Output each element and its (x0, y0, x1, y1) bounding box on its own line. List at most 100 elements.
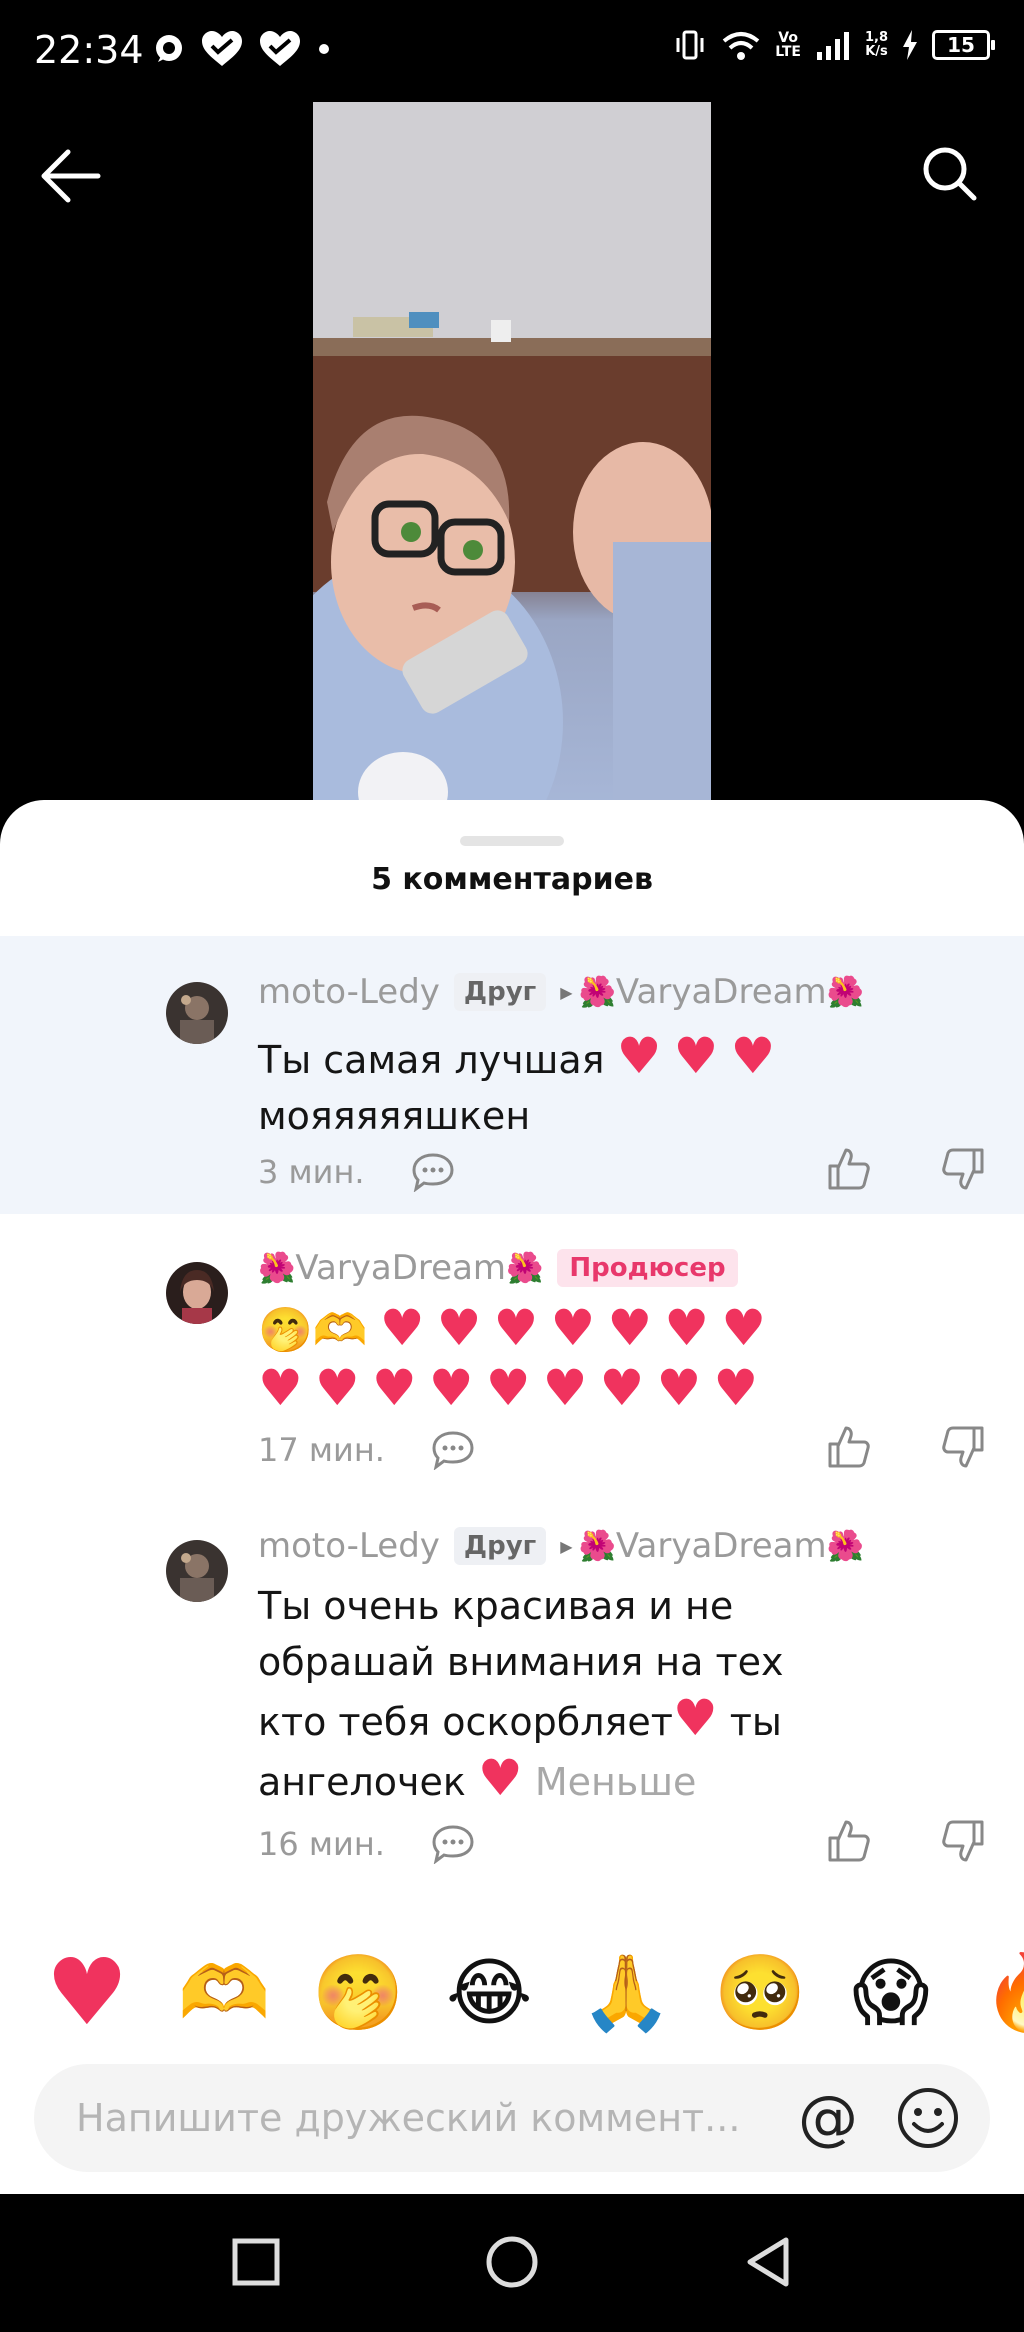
heart-emoji-icon: ♥ (477, 1749, 523, 1807)
author-name[interactable]: moto-Ledy (258, 972, 440, 1012)
vibrate-icon (676, 30, 704, 60)
heart-emoji-icon: ♥ (721, 1299, 767, 1357)
chat-bubble-icon (156, 35, 182, 62)
system-nav-bar (0, 2194, 1024, 2332)
notification-icons (152, 30, 332, 68)
thumbs-down-icon[interactable] (940, 1818, 986, 1864)
flower-icon: 🌺 (826, 974, 864, 1010)
heart-hands-reaction-icon[interactable]: 🫶 (178, 1950, 270, 2036)
reply-to-name[interactable]: VaryaDream (616, 1526, 827, 1566)
quick-reaction-bar: ♥ 🫶 🤭 😂 🙏 🥺 😱 🔥 (0, 1950, 1024, 2046)
thumbs-down-icon[interactable] (940, 1424, 986, 1470)
tears-of-joy-reaction-icon[interactable]: 😂 (446, 1950, 532, 2036)
video-player[interactable] (313, 102, 711, 822)
network-speed: 1,8 K/s (864, 30, 888, 59)
smiling-face-emoji-icon: 🤭 (258, 1305, 313, 1356)
emoji-icon[interactable] (894, 2084, 962, 2152)
flower-icon: 🌺 (826, 1528, 864, 1564)
back-arrow-icon (41, 149, 101, 203)
circle-nav-icon[interactable] (482, 2232, 542, 2292)
comment-meta: 3 мин. (258, 1152, 455, 1192)
comment-header: moto-Ledy Друг ▶ 🌺 VaryaDream 🌺 (258, 972, 864, 1012)
heart-emoji-icon: ♥ (599, 1359, 645, 1417)
heart-emoji-icon: ♥ (607, 1299, 653, 1357)
dot-icon (319, 44, 329, 54)
mention-button[interactable]: @ (792, 2082, 864, 2154)
author-name[interactable]: moto-Ledy (258, 1526, 440, 1566)
heart-emoji-icon: ♥ (542, 1359, 588, 1417)
triangle-nav-icon[interactable] (738, 2232, 798, 2292)
fire-reaction-icon[interactable]: 🔥 (982, 1950, 1024, 2036)
heart-emoji-icon: ♥ (656, 1359, 702, 1417)
comment-input[interactable] (76, 2064, 796, 2172)
flower-icon: 🌺 (578, 1528, 616, 1564)
heart-emoji-icon: ♥ (673, 1027, 719, 1085)
reply-to-name[interactable]: VaryaDream (616, 972, 827, 1012)
sheet-grabber[interactable] (460, 836, 564, 846)
comments-count-title: 5 комментариев (371, 862, 653, 897)
search-button[interactable] (920, 144, 980, 204)
comment-input-bar: @ (34, 2064, 990, 2172)
battery-indicator: 15 (932, 30, 995, 60)
heart-reaction-icon[interactable]: ♥ (44, 1950, 130, 2039)
system-indicators: Vo LTE 1,8 K/s 15 (673, 28, 995, 62)
comment-meta: 16 мин. (258, 1824, 475, 1864)
comment-item: moto-Ledy Друг ▶ 🌺 VaryaDream 🌺 Ты очень… (0, 1512, 1024, 1892)
wifi-icon (722, 32, 760, 60)
thumbs-up-icon[interactable] (826, 1818, 872, 1864)
heart-check-icon (202, 31, 242, 66)
smiling-face-reaction-icon[interactable]: 🤭 (312, 1950, 404, 2036)
avatar[interactable] (166, 982, 228, 1044)
reply-icon[interactable] (431, 1824, 475, 1864)
author-name[interactable]: VaryaDream (295, 1248, 506, 1288)
friend-badge: Друг (453, 1527, 547, 1565)
signal-icon (816, 32, 849, 60)
heart-emoji-icon: ♥ (436, 1299, 482, 1357)
comment-item: moto-Ledy Друг ▶ 🌺 VaryaDream 🌺 Ты самая… (0, 936, 1024, 1214)
reply-arrow-icon: ▶ (560, 1536, 573, 1556)
show-less-link[interactable]: Меньше (535, 1760, 697, 1804)
comment-item: 🌺 VaryaDream 🌺 Продюсер 🤭🫶 ♥ ♥ ♥ ♥ ♥ ♥ ♥… (0, 1234, 1024, 1482)
search-icon (923, 147, 977, 201)
thumbs-up-icon[interactable] (826, 1424, 872, 1470)
flower-icon: 🌺 (578, 974, 616, 1010)
comment-time: 16 мин. (258, 1825, 385, 1863)
heart-emoji-icon: ♥ (485, 1359, 531, 1417)
volte-indicator: Vo LTE (775, 30, 801, 60)
comment-header: 🌺 VaryaDream 🌺 Продюсер (258, 1248, 738, 1288)
thumbs-up-icon[interactable] (826, 1146, 872, 1192)
heart-emoji-icon: ♥ (730, 1027, 776, 1085)
comment-time: 17 мин. (258, 1431, 385, 1469)
heart-emoji-icon: ♥ (616, 1027, 662, 1085)
square-nav-icon[interactable] (226, 2232, 286, 2292)
friend-badge: Друг (453, 973, 547, 1011)
charging-icon (903, 30, 917, 60)
heart-emoji-icon: ♥ (493, 1299, 539, 1357)
heart-emoji-icon: ♥ (428, 1359, 474, 1417)
thumbs-down-icon[interactable] (940, 1146, 986, 1192)
comment-text: 🤭🫶 ♥ ♥ ♥ ♥ ♥ ♥ ♥ ♥ ♥ ♥ ♥ ♥ ♥ ♥ ♥ ♥ (258, 1300, 878, 1420)
flower-icon: 🌺 (506, 1250, 544, 1286)
status-time: 22:34 (34, 28, 144, 72)
pleading-face-reaction-icon[interactable]: 🥺 (714, 1950, 806, 2036)
screaming-face-reaction-icon[interactable]: 😱 (848, 1950, 934, 2036)
comment-time: 3 мин. (258, 1153, 365, 1191)
heart-emoji-icon: ♥ (371, 1359, 417, 1417)
heart-emoji-icon: ♥ (713, 1359, 759, 1417)
flower-icon: 🌺 (258, 1250, 296, 1286)
reply-icon[interactable] (431, 1430, 475, 1470)
comment-text: Ты самая лучшая ♥ ♥ ♥ мояяяяяшкен (258, 1027, 776, 1138)
reply-icon[interactable] (411, 1152, 455, 1192)
heart-emoji-icon: ♥ (379, 1299, 425, 1357)
heart-emoji-icon: ♥ (258, 1359, 303, 1417)
avatar[interactable] (166, 1262, 228, 1324)
heart-check-icon-2 (260, 31, 300, 66)
avatar[interactable] (166, 1540, 228, 1602)
comment-header: moto-Ledy Друг ▶ 🌺 VaryaDream 🌺 (258, 1526, 864, 1566)
heart-emoji-icon: ♥ (672, 1689, 718, 1747)
folded-hands-reaction-icon[interactable]: 🙏 (580, 1950, 672, 2036)
back-button[interactable] (40, 148, 104, 204)
heart-emoji-icon: ♥ (550, 1299, 596, 1357)
heart-emoji-icon: ♥ (314, 1359, 360, 1417)
comment-meta: 17 мин. (258, 1430, 475, 1470)
